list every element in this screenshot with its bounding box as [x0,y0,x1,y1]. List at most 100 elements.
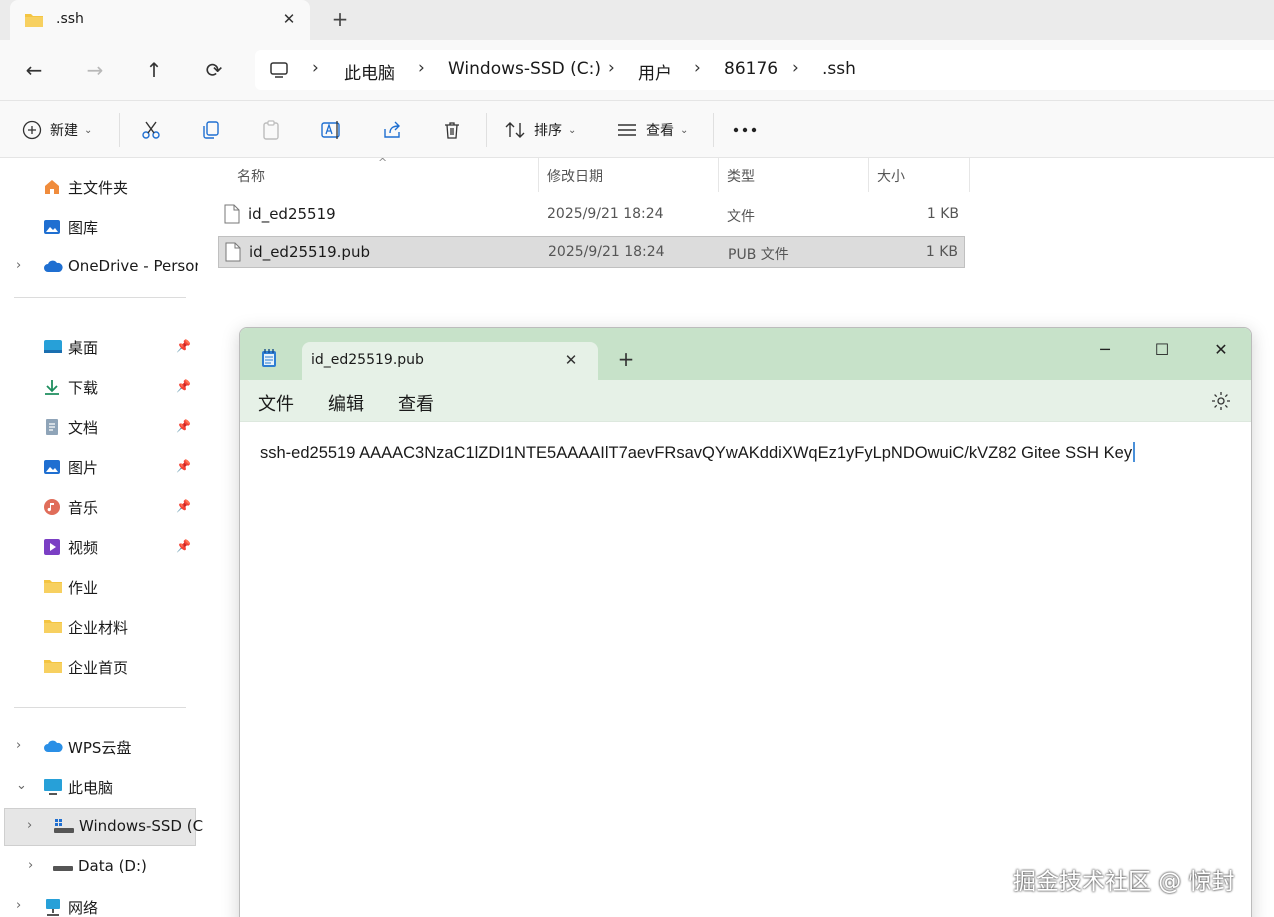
breadcrumb-chevron-icon: › [694,58,701,78]
chevron-right-icon: › [28,858,34,873]
sidebar-item-folder[interactable]: 作业 [0,569,198,605]
sidebar-item-this-pc[interactable]: ⌄ 此电脑 [0,769,198,805]
sidebar-item-downloads[interactable]: 下载 📌 [0,369,198,405]
column-header-name[interactable]: 名称 [237,166,265,186]
share-button[interactable] [382,101,402,159]
sidebar-item-home[interactable]: 主文件夹 [0,169,198,205]
maximize-icon[interactable]: ☐ [1140,336,1184,364]
sidebar-item-onedrive[interactable]: › OneDrive - Persor [0,249,201,285]
navigation-pane: 主文件夹 图库 › OneDrive - Persor 桌面 📌 下载 📌 文档… [0,158,203,917]
sidebar-item-label: 网络 [68,899,99,917]
column-divider[interactable] [538,158,539,192]
new-tab-button[interactable]: + [328,7,352,31]
pin-icon[interactable]: 📌 [176,339,191,353]
chevron-right-icon: › [16,738,22,753]
settings-gear-icon[interactable] [1210,390,1232,416]
sidebar-item-wps-cloud[interactable]: › WPS云盘 [0,729,198,765]
file-modified: 2025/9/21 18:24 [548,244,665,260]
pin-icon[interactable]: 📌 [176,459,191,473]
picture-icon [43,458,61,476]
sidebar-item-label: 文档 [68,419,99,437]
watermark: 掘金技术社区 @ 惊封 [1013,869,1235,895]
sidebar-item-videos[interactable]: 视频 📌 [0,529,198,565]
sidebar-item-label: 作业 [68,579,99,597]
rename-icon [321,120,343,140]
view-button[interactable]: 查看 ⌄ [616,101,688,159]
new-tab-button[interactable]: + [614,347,638,371]
column-header-type[interactable]: 类型 [727,166,755,186]
pin-icon[interactable]: 📌 [176,539,191,553]
computer-icon [43,778,62,796]
sidebar-item-folder[interactable]: 企业首页 [0,649,198,685]
chevron-right-icon: › [16,898,22,913]
paste-button[interactable] [261,101,281,159]
pin-icon[interactable]: 📌 [176,379,191,393]
minimize-icon[interactable]: ─ [1083,336,1127,364]
sidebar-item-label: OneDrive - Persor [68,257,201,275]
menu-view[interactable]: 查看 [398,390,434,416]
drive-icon [53,818,74,836]
cloud-icon [43,738,63,756]
file-row-selected[interactable]: id_ed25519.pub 2025/9/21 18:24 PUB 文件 1 … [218,236,965,268]
chevron-right-icon: › [27,818,33,833]
pin-icon[interactable]: 📌 [176,419,191,433]
close-tab-icon[interactable]: ✕ [278,8,300,30]
separator [486,113,487,147]
folder-icon [43,578,62,596]
file-list: ^ 名称 修改日期 类型 大小 id_ed25519 2025/9/21 18:… [198,156,1274,328]
file-type: PUB 文件 [728,247,789,263]
pin-icon[interactable]: 📌 [176,499,191,513]
sidebar-item-folder[interactable]: 企业材料 [0,609,198,645]
sidebar-item-label: Windows-SSD (C [79,817,204,835]
breadcrumb-drive-c[interactable]: Windows-SSD (C:) [448,59,601,79]
breadcrumb-user-folder[interactable]: 86176 [724,59,778,79]
notepad-tab[interactable]: id_ed25519.pub ✕ [302,342,598,380]
delete-button[interactable] [442,101,462,159]
sidebar-item-pictures[interactable]: 图片 📌 [0,449,198,485]
column-divider[interactable] [718,158,719,192]
sidebar-item-gallery[interactable]: 图库 [0,209,198,245]
sort-button[interactable]: 排序 ⌄ [504,101,576,159]
more-icon [733,127,757,133]
clipboard-icon [261,120,281,140]
sidebar-item-music[interactable]: 音乐 📌 [0,489,198,525]
column-divider[interactable] [969,158,970,192]
sidebar-item-desktop[interactable]: 桌面 📌 [0,329,198,365]
address-bar[interactable]: › 此电脑 › Windows-SSD (C:) › 用户 › 86176 › … [255,50,1274,90]
breadcrumb-chevron-icon: › [312,58,319,78]
notepad-titlebar[interactable]: id_ed25519.pub ✕ + ─ ☐ ✕ [240,328,1251,380]
cut-button[interactable] [141,101,161,159]
menu-edit[interactable]: 编辑 [328,390,364,416]
menu-file[interactable]: 文件 [258,390,294,416]
breadcrumb-users[interactable]: 用户 [638,59,672,84]
chevron-down-icon: ⌄ [680,124,689,136]
refresh-icon[interactable]: ⟳ [202,58,226,82]
column-header-size[interactable]: 大小 [877,166,905,186]
forward-arrow-icon[interactable]: → [83,58,107,82]
more-options-button[interactable] [733,101,757,159]
up-arrow-icon[interactable]: ↑ [142,58,166,82]
explorer-tab[interactable]: .ssh ✕ [10,0,310,40]
close-window-icon[interactable]: ✕ [1199,336,1243,364]
new-button[interactable]: 新建 ⌄ [22,101,92,159]
file-name: id_ed25519 [248,205,336,223]
back-arrow-icon[interactable]: ← [22,58,46,82]
breadcrumb-this-pc[interactable]: 此电脑 [344,59,395,84]
column-divider[interactable] [868,158,869,192]
close-tab-icon[interactable]: ✕ [560,349,582,371]
desktop-icon [43,338,62,356]
copy-button[interactable] [201,101,221,159]
sidebar-item-documents[interactable]: 文档 📌 [0,409,198,445]
chevron-down-icon: ⌄ [16,778,27,793]
notepad-text-area[interactable]: ssh-ed25519 AAAAC3NzaC1lZDI1NTE5AAAAIlT7… [240,422,1251,917]
rename-button[interactable] [321,101,343,159]
notepad-app-icon [260,348,278,372]
sidebar-item-network[interactable]: › 网络 [0,889,198,917]
breadcrumb-ssh[interactable]: .ssh [822,59,856,79]
file-row[interactable]: id_ed25519 2025/9/21 18:24 文件 1 KB [218,199,965,231]
download-icon [43,378,61,396]
sidebar-item-drive-d[interactable]: › Data (D:) [0,849,198,885]
breadcrumb-chevron-icon: › [608,58,615,78]
sidebar-item-drive-c[interactable]: › Windows-SSD (C [4,808,203,846]
column-header-modified[interactable]: 修改日期 [547,166,603,186]
